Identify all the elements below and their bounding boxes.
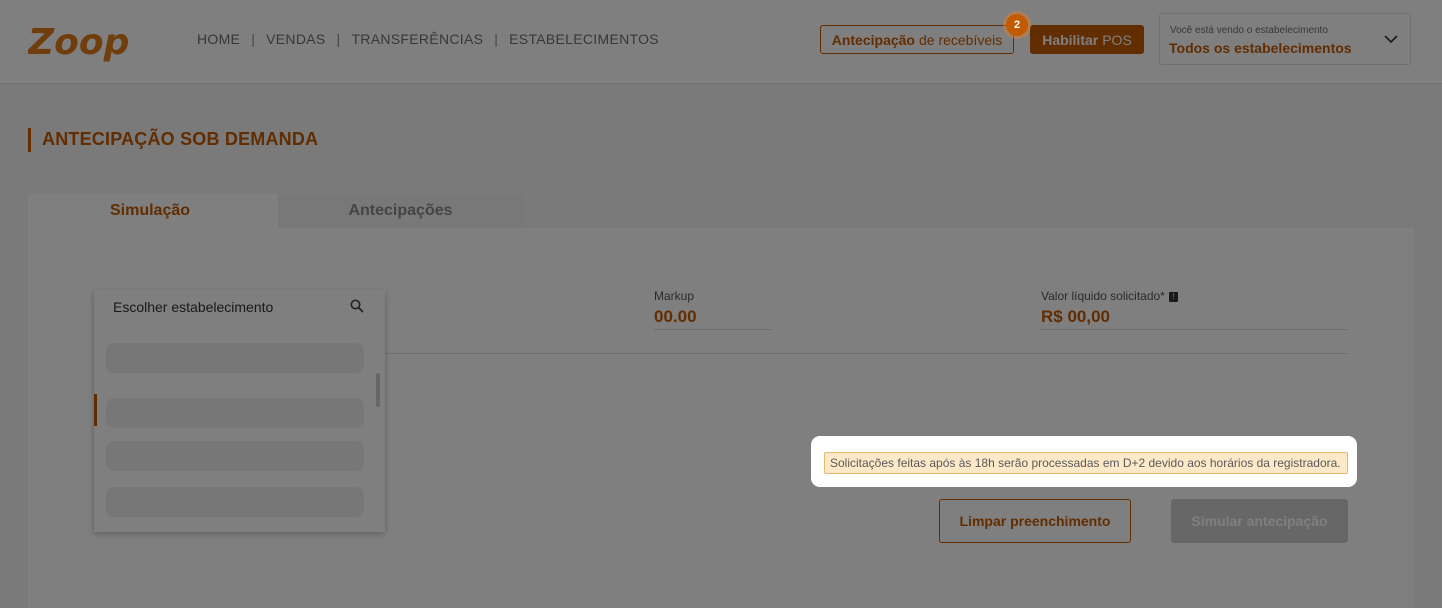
processing-time-notice: Solicitações feitas após às 18h serão pr… <box>824 452 1348 474</box>
tour-overlay[interactable] <box>0 0 1442 608</box>
notification-badge: 2 <box>1006 14 1028 36</box>
